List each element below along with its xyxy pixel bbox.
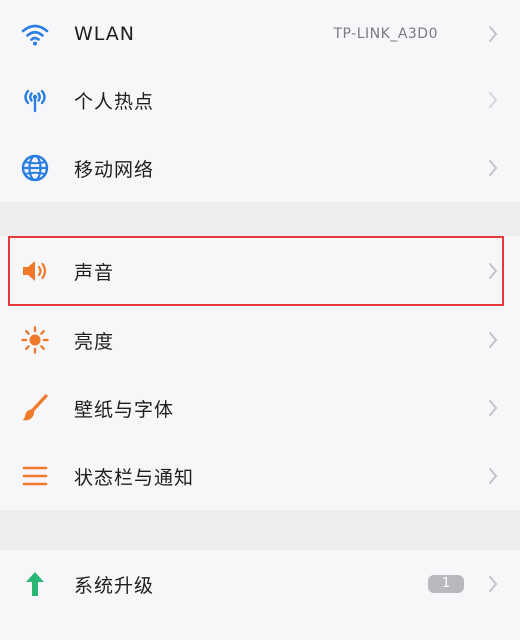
chevron-right-icon	[489, 92, 498, 108]
chevron-right-icon	[489, 400, 498, 416]
settings-item-label: 个人热点	[74, 90, 155, 113]
hotspot-icon	[18, 83, 52, 117]
brush-icon	[18, 391, 52, 425]
section-gap	[0, 200, 520, 236]
settings-item-label: 亮度	[74, 330, 115, 353]
settings-item-label: 状态栏与通知	[74, 466, 195, 489]
settings-item-partial	[0, 618, 520, 640]
settings-item-mobile-network[interactable]: 移动网络	[0, 134, 520, 202]
settings-item-system-update[interactable]: 系统升级 1	[0, 550, 520, 618]
settings-item-label: 壁纸与字体	[74, 398, 175, 421]
settings-item-wlan[interactable]: WLAN TP-LINK_A3D0	[0, 0, 520, 68]
settings-item-label: 系统升级	[74, 574, 155, 597]
chevron-right-icon	[489, 468, 498, 484]
settings-item-label: 移动网络	[74, 158, 155, 181]
settings-item-wallpaper-fonts[interactable]: 壁纸与字体	[0, 374, 520, 442]
settings-item-label: WLAN	[74, 23, 136, 45]
chevron-right-icon	[489, 332, 498, 348]
arrow-up-icon	[18, 567, 52, 601]
chevron-right-icon	[489, 576, 498, 592]
chevron-right-icon	[489, 26, 498, 42]
highlight-box	[8, 236, 504, 306]
section-gap	[0, 510, 520, 550]
list-icon	[18, 459, 52, 493]
wlan-network-name: TP-LINK_A3D0	[333, 26, 438, 42]
settings-item-hotspot[interactable]: 个人热点	[0, 66, 520, 134]
update-count-badge: 1	[428, 575, 464, 593]
chevron-right-icon	[489, 160, 498, 176]
settings-item-brightness[interactable]: 亮度	[0, 306, 520, 374]
settings-item-status-bar-notifications[interactable]: 状态栏与通知	[0, 442, 520, 510]
sun-icon	[18, 323, 52, 357]
globe-icon	[18, 151, 52, 185]
wifi-icon	[18, 17, 52, 51]
